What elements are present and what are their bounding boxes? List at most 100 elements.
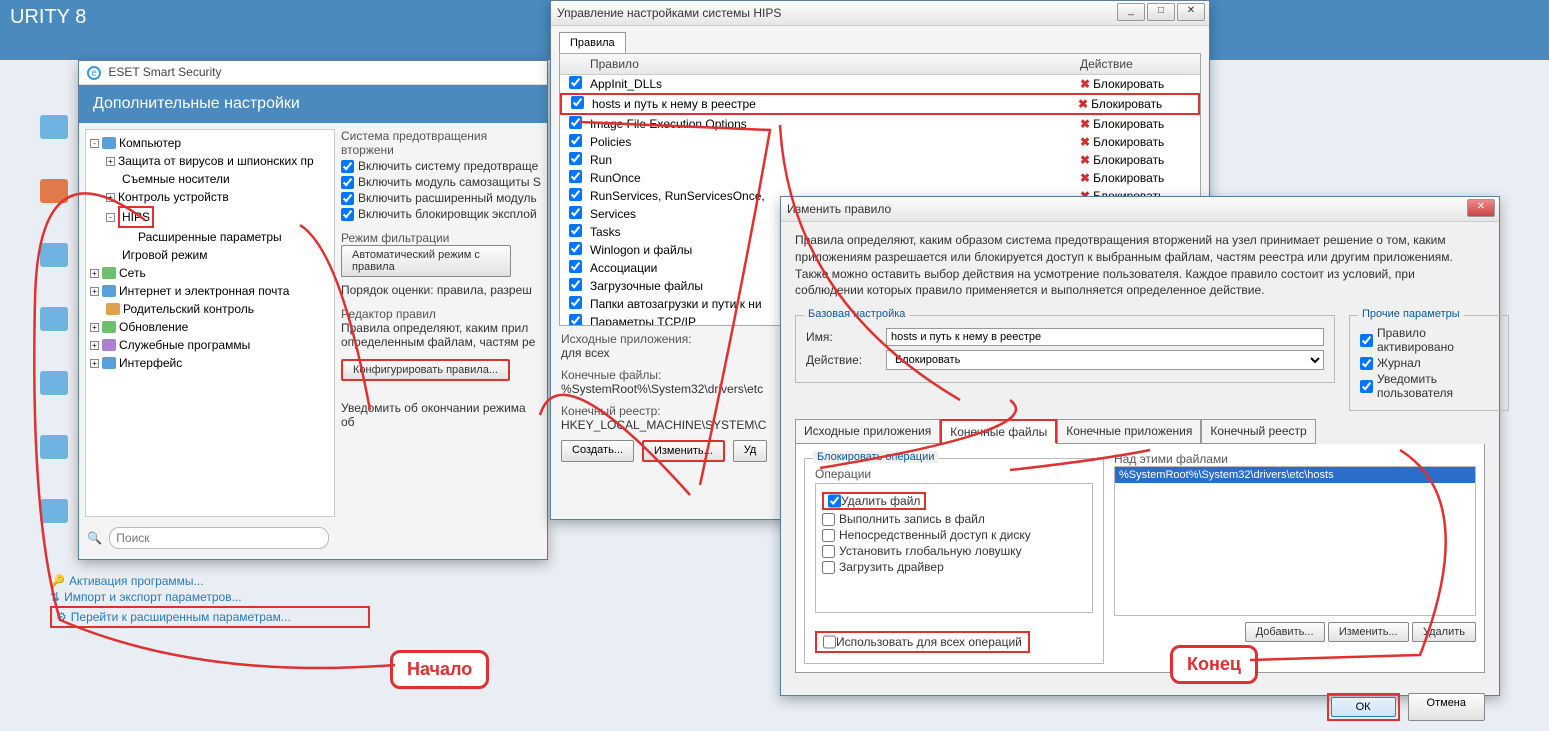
rule-checkbox[interactable]: [569, 76, 582, 89]
close-button[interactable]: ✕: [1177, 3, 1205, 21]
parental-icon: [106, 303, 120, 315]
rule-checkbox[interactable]: [569, 134, 582, 147]
rule-row[interactable]: RunOnce✖Блокировать: [560, 169, 1200, 187]
expand-icon[interactable]: +: [90, 341, 99, 350]
expand-icon[interactable]: +: [106, 193, 115, 202]
col-action-header[interactable]: Действие: [1080, 57, 1200, 71]
sidebar-icon-2[interactable]: [40, 179, 68, 203]
rule-checkbox[interactable]: [569, 278, 582, 291]
rule-name-input[interactable]: [886, 328, 1324, 346]
block-icon: ✖: [1078, 97, 1088, 111]
filter-mode-dropdown[interactable]: Автоматический режим с правила: [341, 245, 511, 277]
tab-target-registry[interactable]: Конечный реестр: [1201, 419, 1315, 444]
eset-settings-window: e ESET Smart Security Дополнительные нас…: [78, 60, 548, 560]
tab-target-files[interactable]: Конечные файлы: [940, 419, 1057, 444]
expand-icon[interactable]: -: [106, 213, 115, 222]
annotation-start: Начало: [390, 650, 489, 689]
chk-exploit-blocker[interactable]: [341, 208, 354, 221]
sidebar-icon-7[interactable]: [40, 499, 68, 523]
edit-rule-titlebar[interactable]: Изменить правило ✕: [781, 197, 1499, 222]
rule-checkbox[interactable]: [569, 188, 582, 201]
settings-tree[interactable]: -Компьютер +Защита от вирусов и шпионски…: [85, 129, 335, 517]
rule-checkbox[interactable]: [569, 152, 582, 165]
sidebar-icon-3[interactable]: [40, 243, 68, 267]
rule-checkbox[interactable]: [569, 170, 582, 183]
sidebar-icon-6[interactable]: [40, 435, 68, 459]
maximize-button[interactable]: □: [1147, 3, 1175, 21]
edit-file-button[interactable]: Изменить...: [1328, 622, 1409, 642]
rule-name: AppInit_DLLs: [590, 77, 1080, 91]
block-icon: ✖: [1080, 171, 1090, 185]
expand-icon[interactable]: +: [90, 287, 99, 296]
expand-icon[interactable]: -: [90, 139, 99, 148]
close-button[interactable]: ✕: [1467, 199, 1495, 217]
sidebar-icon-1[interactable]: [40, 115, 68, 139]
configure-rules-button[interactable]: Конфигурировать правила...: [341, 359, 510, 381]
rule-row[interactable]: Policies✖Блокировать: [560, 133, 1200, 151]
link-goto-advanced[interactable]: ⚙Перейти к расширенным параметрам...: [50, 606, 370, 628]
rule-row[interactable]: Image File Execution Options✖Блокировать: [560, 115, 1200, 133]
rule-row[interactable]: AppInit_DLLs✖Блокировать: [560, 75, 1200, 93]
rule-row[interactable]: Run✖Блокировать: [560, 151, 1200, 169]
sidebar-icon-5[interactable]: [40, 371, 68, 395]
target-file-item[interactable]: %SystemRoot%\System32\drivers\etc\hosts: [1115, 467, 1475, 483]
chk-enable-hips[interactable]: [341, 160, 354, 173]
chk-op-disk-access[interactable]: [822, 529, 835, 542]
block-icon: ✖: [1080, 135, 1090, 149]
rule-action: Блокировать: [1093, 77, 1164, 91]
gear-icon: ⚙: [56, 610, 67, 624]
create-rule-button[interactable]: Создать...: [561, 440, 634, 462]
hips-titlebar[interactable]: Управление настройками системы HIPS _ □ …: [551, 1, 1209, 26]
expand-icon[interactable]: +: [90, 323, 99, 332]
rule-checkbox[interactable]: [569, 242, 582, 255]
settings-search-input[interactable]: [109, 527, 329, 549]
rule-checkbox[interactable]: [571, 96, 584, 109]
target-files-list[interactable]: %SystemRoot%\System32\drivers\etc\hosts: [1114, 466, 1476, 616]
settings-detail-pane: Система предотвращения вторжени Включить…: [341, 123, 547, 523]
chk-use-for-all-ops[interactable]: [823, 635, 836, 649]
rule-checkbox[interactable]: [569, 314, 582, 325]
chk-op-global-hook[interactable]: [822, 545, 835, 558]
chk-journal[interactable]: [1360, 357, 1373, 370]
minimize-button[interactable]: _: [1117, 3, 1145, 21]
rule-checkbox[interactable]: [569, 260, 582, 273]
rule-name: Policies: [590, 135, 1080, 149]
link-activate[interactable]: 🔑Активация программы...: [50, 574, 370, 588]
expand-icon[interactable]: +: [90, 359, 99, 368]
expand-icon[interactable]: +: [90, 269, 99, 278]
delete-rule-button[interactable]: Уд: [733, 440, 768, 462]
rule-name: hosts и путь к нему в реестре: [592, 97, 1078, 111]
add-file-button[interactable]: Добавить...: [1245, 622, 1325, 642]
col-rule-header[interactable]: Правило: [590, 57, 1080, 71]
link-import-export[interactable]: ⇅Импорт и экспорт параметров...: [50, 590, 370, 604]
chk-adv-module[interactable]: [341, 192, 354, 205]
rule-action: Блокировать: [1093, 171, 1164, 185]
rule-action-select[interactable]: Блокировать: [886, 350, 1324, 370]
rule-checkbox[interactable]: [569, 224, 582, 237]
chk-op-delete-file[interactable]: [828, 494, 841, 508]
chk-notify-user[interactable]: [1360, 380, 1373, 393]
cancel-button[interactable]: Отмена: [1408, 693, 1485, 721]
rule-checkbox[interactable]: [569, 296, 582, 309]
rule-checkbox[interactable]: [569, 206, 582, 219]
tab-target-apps[interactable]: Конечные приложения: [1057, 419, 1201, 444]
chk-op-load-driver[interactable]: [822, 561, 835, 574]
chk-op-write-file[interactable]: [822, 513, 835, 526]
rule-name: RunOnce: [590, 171, 1080, 185]
rule-action: Блокировать: [1093, 153, 1164, 167]
expand-icon[interactable]: +: [106, 157, 115, 166]
delete-file-button[interactable]: Удалить: [1412, 622, 1476, 642]
edit-rule-button[interactable]: Изменить...: [642, 440, 725, 462]
rule-name: Image File Execution Options: [590, 117, 1080, 131]
tree-hips[interactable]: HIPS: [118, 206, 154, 228]
chk-self-defense[interactable]: [341, 176, 354, 189]
rule-checkbox[interactable]: [569, 116, 582, 129]
ok-button[interactable]: ОК: [1331, 697, 1396, 717]
rule-row[interactable]: hosts и путь к нему в реестре✖Блокироват…: [560, 93, 1200, 115]
tab-source-apps[interactable]: Исходные приложения: [795, 419, 940, 444]
annotation-end: Конец: [1170, 645, 1258, 684]
sidebar-icon-4[interactable]: [40, 307, 68, 331]
chk-rule-active[interactable]: [1360, 334, 1373, 347]
other-params-group: Прочие параметры Правило активировано Жу…: [1349, 315, 1509, 411]
tab-rules[interactable]: Правила: [559, 32, 626, 53]
